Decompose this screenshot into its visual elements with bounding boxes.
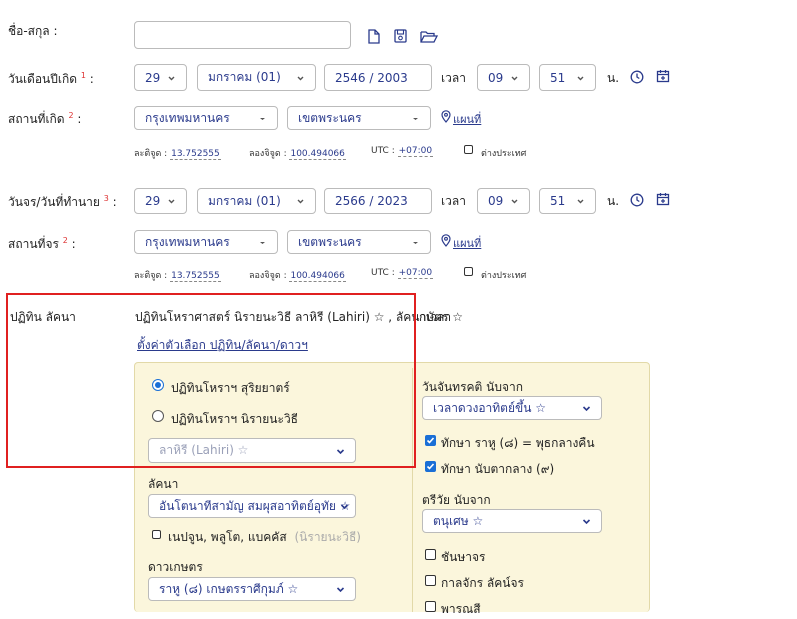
birth-minute-select[interactable]: 51 [539, 64, 596, 91]
transit-abroad-checkbox[interactable] [464, 267, 473, 276]
map-pin-icon[interactable] [441, 110, 451, 123]
count-label: ทักษา นับตากลาง (๙) [441, 462, 555, 476]
birth-unit-label: น. [607, 71, 620, 85]
birth-place-label: สถานที่เกิด 2 : [8, 111, 82, 126]
birth-time-label: เวลา [441, 71, 466, 85]
calendar-summary-right: กษัตร ☆ [419, 310, 463, 324]
calendar-label: ปฏิทิน ลัคนา [10, 310, 76, 324]
calendar-settings-link[interactable]: ตั้งค่าตัวเลือก ปฏิทิน/ลัคนา/ดาวฯ [137, 336, 308, 355]
birth-year-select[interactable]: 2546 / 2003 [324, 64, 432, 91]
trivai-select[interactable]: ตนุเศษ ☆ [422, 509, 602, 533]
birth-utc: UTC : +07:00 [371, 146, 434, 157]
count-checkbox[interactable] [425, 461, 436, 472]
outer-planets-checkbox[interactable] [152, 530, 161, 539]
radio-sidereal-label: ปฏิทินโหราฯ นิรายนะวิธี [171, 412, 299, 426]
transit-province-select[interactable]: กรุงเทพมหานคร [134, 230, 278, 254]
radio-tropical[interactable] [152, 379, 164, 391]
option-checkbox-2[interactable] [425, 575, 436, 586]
transit-place-label: สถานที่จร 2 : [8, 236, 76, 251]
trivai-label: ตรีวัย นับจาก [422, 493, 491, 507]
new-file-icon[interactable] [368, 29, 380, 44]
transit-district-select[interactable]: เขตพระนคร [287, 230, 431, 254]
birth-district-select[interactable]: เขตพระนคร [287, 106, 431, 130]
option-checkbox-3[interactable] [425, 601, 436, 612]
birth-month-select[interactable]: มกราคม (01) [197, 64, 316, 91]
calendar-icon[interactable] [656, 192, 670, 206]
transit-unit-label: น. [607, 194, 620, 208]
birth-label: วันเดือนปีเกิด 1 : [8, 71, 94, 86]
clock-icon[interactable] [630, 70, 644, 84]
transit-year-select[interactable]: 2566 / 2023 [324, 188, 432, 214]
option-label-2: กาลจักร ลัคน์จร [441, 576, 524, 590]
option-label-1: ชันษาจร [441, 550, 486, 564]
transit-utc: UTC : +07:00 [371, 268, 434, 279]
transit-hour-select[interactable]: 09 [477, 188, 530, 214]
transit-time-label: เวลา [441, 194, 466, 208]
nakshatra-select[interactable]: ราหู (๘) เกษตรราศีกุมภ์ ☆ [148, 577, 356, 601]
transit-label: วันจร/วันที่ทำนาย 3 : [8, 194, 117, 209]
birth-hour-select[interactable]: 09 [477, 64, 530, 91]
birth-map-link[interactable]: แผนที่ [453, 110, 481, 128]
radio-tropical-label: ปฏิทินโหราฯ สุริยยาตร์ [171, 381, 290, 395]
open-folder-icon[interactable] [420, 30, 438, 43]
fullname-label: ชื่อ-สกุล : [8, 24, 58, 38]
transit-lat: ละติจูด : 13.752555 [134, 271, 221, 282]
transit-day-select[interactable]: 29 [134, 188, 187, 214]
ascendant-label: ลัคนา [148, 477, 179, 491]
birth-lon: ลองจิจูด : 100.494066 [249, 149, 346, 160]
calendar-summary-left: ปฏิทินโหราศาสตร์ นิรายนะวิธี ลาหิรี (Lah… [135, 310, 452, 324]
birth-lat: ละติจูด : 13.752555 [134, 149, 221, 160]
map-pin-icon[interactable] [441, 234, 451, 247]
transit-lon: ลองจิจูด : 100.494066 [249, 271, 346, 282]
tithi-label: วันจันทรคติ นับจาก [422, 380, 524, 394]
radio-sidereal[interactable] [152, 410, 164, 422]
transit-month-select[interactable]: มกราคม (01) [197, 188, 316, 214]
calendar-icon[interactable] [656, 69, 670, 83]
panel-divider [412, 368, 413, 612]
ayanamsa-select[interactable]: ลาหิรี (Lahiri) ☆ [148, 438, 356, 463]
birth-day-select[interactable]: 29 [134, 64, 187, 91]
tithi-select[interactable]: เวลาดวงอาทิตย์ขึ้น ☆ [422, 396, 602, 420]
option-checkbox-1[interactable] [425, 549, 436, 560]
birth-abroad-checkbox[interactable] [464, 145, 473, 154]
transit-map-link[interactable]: แผนที่ [453, 234, 481, 252]
clock-icon[interactable] [630, 193, 644, 207]
rahu-checkbox[interactable] [425, 435, 436, 446]
transit-abroad-label: ต่างประเทศ [481, 271, 527, 281]
rahu-label: ทักษา ราหู (๘) = พุธกลางคืน [441, 436, 595, 450]
transit-minute-select[interactable]: 51 [539, 188, 596, 214]
save-icon[interactable] [394, 29, 407, 43]
outer-planets-label: เนปจูน, พลูโต, แบคคัส (นิรายนะวิธี) [168, 530, 361, 544]
ascendant-select[interactable]: อันโตนาทีสามัญ สมผุสอาทิตย์อุทัย ☆ [148, 494, 356, 518]
birth-province-select[interactable]: กรุงเทพมหานคร [134, 106, 278, 130]
option-label-3: พารณสี [441, 602, 481, 616]
nakshatra-label: ดาวเกษตร [148, 560, 203, 574]
birth-abroad-label: ต่างประเทศ [481, 149, 527, 159]
fullname-input[interactable] [134, 21, 351, 49]
